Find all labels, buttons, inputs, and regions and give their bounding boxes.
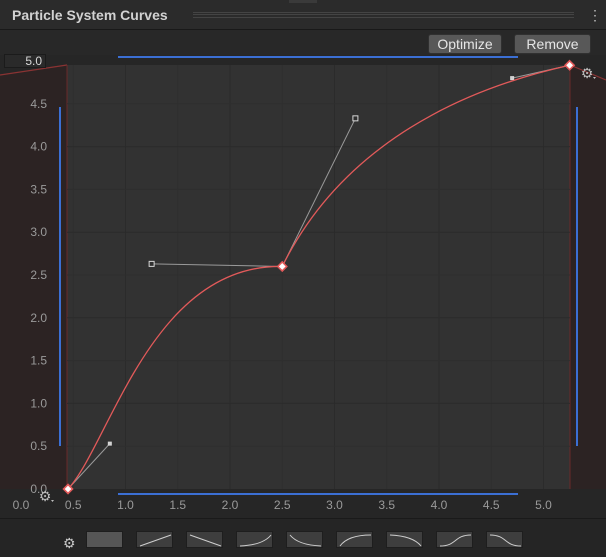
x-tick-label: 1.5: [169, 498, 186, 512]
curve-preset-6[interactable]: [336, 531, 373, 548]
y-tick-label: 3.0: [30, 225, 47, 239]
curve-preset-8[interactable]: [436, 531, 473, 548]
y-tick-label: 2.5: [30, 268, 47, 282]
y-tick-label: 4.5: [30, 97, 47, 111]
curve-preset-1[interactable]: [86, 531, 123, 548]
tangent-handle[interactable]: [148, 260, 155, 267]
x-tick-label: 4.0: [431, 498, 448, 512]
tangent-handle[interactable]: [510, 76, 515, 81]
x-tick-label: 5.0: [535, 498, 552, 512]
plot-area: [67, 65, 570, 489]
x-tick-label: 3.5: [378, 498, 395, 512]
svg-text:⚙: ⚙: [581, 66, 594, 82]
x-tick-label: 1.0: [117, 498, 134, 512]
tangent-handle[interactable]: [107, 441, 112, 446]
y-tick-label: 0.5: [30, 439, 47, 453]
curve-graph[interactable]: 4.54.03.53.02.52.01.51.00.50.00.0 0.5 1.0 1…: [0, 0, 606, 518]
gear-icon[interactable]: ⚙: [63, 536, 77, 550]
x-tick-label: 4.5: [483, 498, 500, 512]
y-tick-label: 1.0: [30, 396, 47, 410]
curve-preset-7[interactable]: [386, 531, 423, 548]
x-tick-label: 0.5: [65, 498, 82, 512]
curve-preset-5[interactable]: [286, 531, 323, 548]
curve-preset-2[interactable]: [136, 531, 173, 548]
curve-preset-4[interactable]: [236, 531, 273, 548]
x-tick-label: 3.0: [326, 498, 343, 512]
y-max-field[interactable]: 5.0: [4, 54, 46, 68]
x-tick-label: 0.0: [13, 498, 30, 512]
x-tick-label: 2.0: [222, 498, 239, 512]
y-tick-label: 2.0: [30, 311, 47, 325]
y-tick-label: 1.5: [30, 354, 47, 368]
y-tick-label: 3.5: [30, 182, 47, 196]
preset-bar: ⚙: [0, 518, 606, 557]
svg-text:⚙: ⚙: [39, 489, 52, 505]
y-tick-label: 4.0: [30, 140, 47, 154]
x-tick-label: 2.5: [274, 498, 291, 512]
curve-preset-3[interactable]: [186, 531, 223, 548]
curve-preset-9[interactable]: [486, 531, 523, 548]
tangent-handle[interactable]: [352, 115, 359, 122]
